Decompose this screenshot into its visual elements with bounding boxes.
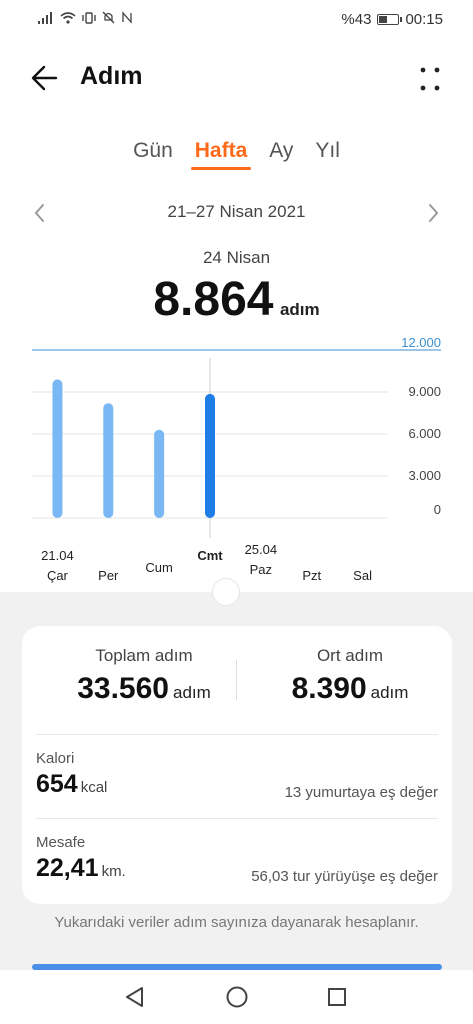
card-divider [36, 734, 438, 735]
system-nav-bar [0, 970, 473, 1024]
x-tick-label: Pzt [302, 568, 321, 583]
calories-unit: kcal [80, 779, 108, 796]
x-tick-label: Paz [250, 562, 272, 577]
status-right: %43 00:15 [341, 11, 443, 28]
calories-label: Kalori [36, 750, 75, 767]
summary-divider [236, 660, 237, 700]
x-tick-label: Sal [353, 568, 372, 583]
selected-steps-value: 8.864 [153, 273, 274, 326]
battery-icon [377, 14, 403, 25]
x-tick-label: Cmt [197, 548, 223, 563]
bar-cmt [205, 393, 215, 518]
total-steps-value-row: 33.560 adım [44, 672, 244, 706]
date-label: 25.04 [245, 542, 278, 557]
total-steps: Toplam adım 33.560 adım [44, 646, 244, 706]
back-button[interactable] [28, 60, 68, 96]
distance-value-row: 22,41 km. [36, 854, 126, 883]
distance-value: 22,41 [36, 854, 99, 882]
distance-unit: km. [101, 863, 126, 880]
x-tick-label: Cum [145, 560, 172, 575]
vibrate-icon [82, 11, 96, 24]
y-tick-label: 0 [434, 502, 441, 517]
y-tick-label: 6.000 [408, 426, 441, 441]
x-tick-label: Çar [47, 568, 69, 583]
status-icons [38, 11, 133, 24]
chevron-right-icon [429, 204, 439, 222]
triangle-back-icon [126, 987, 143, 1007]
tab-month[interactable]: Ay [258, 136, 304, 172]
wifi-icon [60, 11, 76, 24]
status-time: 00:15 [405, 11, 443, 28]
selected-steps: 8.864 adım [0, 272, 473, 327]
date-range: 21–27 Nisan 2021 [167, 202, 306, 221]
weekly-steps-chart[interactable]: 12.000 9.000 6.000 3.000 0 Çar 21.04 Per Cum Cmt P… [0, 330, 473, 592]
average-steps-value: 8.390 [291, 672, 367, 705]
average-steps-value-row: 8.390 adım [250, 672, 450, 706]
date-label: 21.04 [41, 548, 74, 563]
total-steps-unit: adım [172, 683, 211, 702]
next-week-button[interactable] [421, 200, 445, 226]
circle-home-icon [226, 986, 248, 1008]
calories-equivalent: 13 yumurtaya eş değer [284, 784, 438, 801]
distance-row: Mesafe 22,41 km. 56,03 tur yürüyüşe eş de… [36, 834, 438, 904]
back-arrow-icon [31, 65, 58, 91]
total-steps-label: Toplam adım [95, 646, 193, 665]
footnote: Yukarıdaki veriler adım sayınıza dayanar… [54, 914, 419, 931]
card-divider [36, 818, 438, 819]
y-tick-label: 12.000 [401, 335, 441, 350]
more-dots-icon [420, 67, 440, 91]
calories-value-row: 654 kcal [36, 770, 107, 799]
distance-label: Mesafe [36, 834, 86, 851]
drag-handle[interactable] [212, 578, 240, 606]
average-steps: Ort adım 8.390 adım [250, 646, 450, 706]
average-steps-label: Ort adım [316, 646, 384, 665]
selected-steps-unit: adım [279, 300, 320, 319]
y-tick-label: 3.000 [408, 468, 441, 483]
chart-svg: 12.000 9.000 6.000 3.000 0 Çar 21.04 Per Cum Cmt P… [32, 335, 441, 583]
header: Adım [0, 50, 473, 106]
bar-çar [52, 379, 63, 518]
period-tabs: Gün Hafta Ay Yıl [0, 136, 473, 176]
date-navigator: 21–27 Nisan 2021 [0, 198, 473, 228]
calories-value: 654 [36, 770, 78, 798]
notifications-off-icon [102, 11, 115, 24]
more-options-button[interactable] [415, 64, 445, 94]
calories-row: Kalori 654 kcal 13 yumurtaya eş değer [36, 750, 438, 820]
selected-date: 24 Nisan [202, 248, 271, 267]
total-steps-value: 33.560 [77, 672, 169, 705]
nav-recents-button[interactable] [324, 984, 350, 1010]
y-tick-label: 9.000 [408, 384, 441, 399]
summary-card: Toplam adım 33.560 adım Ort adım 8.390 adı… [22, 626, 452, 904]
square-recents-icon [328, 988, 346, 1006]
battery-percent: %43 [341, 11, 372, 28]
distance-equivalent: 56,03 tur yürüyüşe eş değer [251, 868, 438, 885]
average-steps-unit: adım [370, 683, 409, 702]
signal-icon [38, 11, 52, 24]
nfc-icon [122, 11, 132, 24]
tab-day[interactable]: Gün [122, 136, 184, 172]
bar-cum [154, 429, 165, 518]
page-title: Adım [80, 62, 143, 90]
status-bar: %43 00:15 [0, 0, 473, 38]
x-tick-label: Per [98, 568, 119, 583]
tab-year[interactable]: Yıl [304, 136, 351, 172]
nav-home-button[interactable] [224, 984, 250, 1010]
nav-back-button[interactable] [122, 984, 148, 1010]
bar-per [103, 403, 114, 518]
tab-week[interactable]: Hafta [184, 136, 259, 172]
